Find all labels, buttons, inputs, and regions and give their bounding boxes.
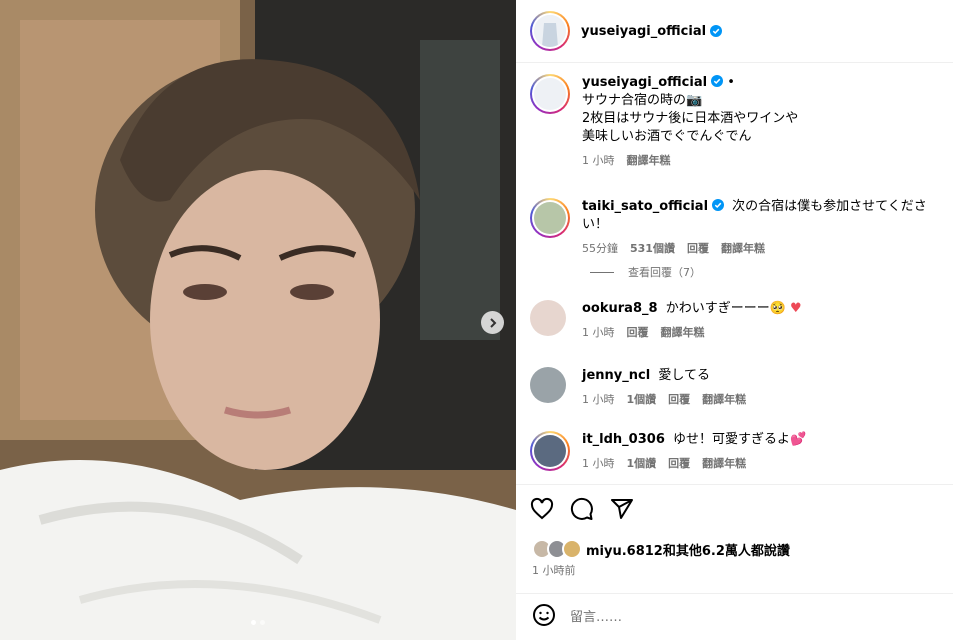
avatar-image bbox=[534, 15, 566, 47]
view-replies-label: 查看回覆（7） bbox=[628, 266, 701, 279]
see-translation-link[interactable]: 翻譯年糕 bbox=[661, 324, 705, 342]
view-replies-button[interactable]: 查看回覆（7） bbox=[590, 264, 701, 280]
comment-likes[interactable]: 1個讚 bbox=[627, 455, 657, 473]
comment-username[interactable]: taiki_sato_official bbox=[582, 199, 708, 214]
heart-icon[interactable] bbox=[530, 497, 556, 523]
comment-avatar-ring[interactable] bbox=[530, 431, 570, 471]
verified-badge-icon bbox=[711, 75, 724, 87]
author-avatar-ring[interactable] bbox=[530, 11, 570, 51]
comment-time: 1 小時 bbox=[582, 326, 615, 339]
comment-avatar bbox=[534, 435, 566, 467]
comment-time: 1 小時 bbox=[582, 457, 615, 470]
post-header: yuseiyagi_official bbox=[516, 0, 953, 63]
comment-item: taiki_sato_official 次の合宿は僕も参加させてください！ 55… bbox=[530, 198, 942, 258]
comment-time: 1 小時 bbox=[582, 393, 615, 406]
carousel-dot-active bbox=[251, 620, 256, 625]
see-translation-link[interactable]: 翻譯年糕 bbox=[721, 240, 765, 258]
likes-text: miyu.6812和其他6.2萬人都說讚 bbox=[586, 543, 790, 559]
add-comment-bar bbox=[516, 593, 953, 640]
reply-button[interactable]: 回覆 bbox=[668, 391, 690, 409]
selfie-image bbox=[0, 0, 516, 640]
heart-emoji: ♥ bbox=[790, 301, 802, 316]
next-photo-button[interactable] bbox=[481, 311, 504, 334]
comment-text: 愛してる bbox=[658, 368, 710, 383]
dot-separator: • bbox=[727, 75, 735, 90]
comment-input[interactable] bbox=[570, 609, 870, 625]
author-avatar bbox=[534, 15, 566, 47]
comment-avatar-ring[interactable] bbox=[530, 198, 570, 238]
divider-line bbox=[590, 271, 614, 273]
liker-avatar bbox=[562, 539, 582, 559]
caption-item: yuseiyagi_official • サウナ合宿の時の📷 2枚目はサウナ後に… bbox=[530, 74, 798, 170]
instagram-post-view: yuseiyagi_official yuseiyagi_official • … bbox=[0, 0, 953, 640]
author-username[interactable]: yuseiyagi_official bbox=[581, 24, 706, 39]
share-icon[interactable] bbox=[610, 497, 636, 523]
post-time: 1 小時前 bbox=[532, 564, 576, 577]
post-photo[interactable] bbox=[0, 0, 516, 640]
comment-username[interactable]: jenny_ncl bbox=[582, 368, 650, 383]
comment-likes[interactable]: 1個讚 bbox=[627, 391, 657, 409]
post-actions: miyu.6812和其他6.2萬人都說讚 1 小時前 bbox=[516, 484, 953, 593]
comment-avatar bbox=[534, 202, 566, 234]
carousel-dot bbox=[260, 620, 265, 625]
comment-item: it_ldh_0306 ゆせ！可愛すぎるよ💕 1 小時 1個讚 回覆 翻譯年糕 bbox=[530, 431, 806, 473]
caption-avatar-ring[interactable] bbox=[530, 74, 570, 114]
comment-icon[interactable] bbox=[570, 497, 596, 523]
comment-username[interactable]: ookura8_8 bbox=[582, 301, 658, 316]
reply-button[interactable]: 回覆 bbox=[627, 324, 649, 342]
verified-badge-icon bbox=[710, 25, 723, 37]
comment-item: jenny_ncl 愛してる 1 小時 1個讚 回覆 翻譯年糕 bbox=[530, 367, 746, 409]
caption-avatar bbox=[534, 78, 566, 110]
see-translation-link[interactable]: 翻譯年糕 bbox=[702, 391, 746, 409]
comment-username[interactable]: it_ldh_0306 bbox=[582, 432, 665, 447]
see-translation-link[interactable]: 翻譯年糕 bbox=[702, 455, 746, 473]
comment-text: ゆせ！可愛すぎるよ💕 bbox=[673, 432, 807, 447]
emoji-icon[interactable] bbox=[532, 603, 556, 631]
caption-username[interactable]: yuseiyagi_official bbox=[582, 75, 707, 90]
comment-text: かわいすぎーーー🥺 bbox=[665, 301, 786, 316]
comment-item: ookura8_8 かわいすぎーーー🥺 ♥ 1 小時 回覆 翻譯年糕 bbox=[530, 300, 802, 342]
chevron-right-icon bbox=[489, 317, 496, 328]
see-translation-link[interactable]: 翻譯年糕 bbox=[627, 152, 671, 170]
comment-likes[interactable]: 531個讚 bbox=[630, 240, 675, 258]
verified-badge-icon bbox=[712, 199, 725, 211]
comment-avatar[interactable] bbox=[530, 367, 566, 403]
liker-avatars bbox=[532, 539, 584, 559]
comment-avatar[interactable] bbox=[530, 300, 566, 336]
caption-time: 1 小時 bbox=[582, 154, 615, 167]
reply-button[interactable]: 回覆 bbox=[668, 455, 690, 473]
comments-list: yuseiyagi_official • サウナ合宿の時の📷 2枚目はサウナ後に… bbox=[516, 64, 953, 484]
carousel-dots bbox=[251, 620, 265, 625]
likes-summary[interactable]: miyu.6812和其他6.2萬人都說讚 bbox=[532, 539, 790, 559]
comment-time: 55分鐘 bbox=[582, 242, 618, 255]
reply-button[interactable]: 回覆 bbox=[687, 240, 709, 258]
post-side-panel: yuseiyagi_official yuseiyagi_official • … bbox=[516, 0, 953, 640]
caption-text: サウナ合宿の時の📷 2枚目はサウナ後に日本酒やワインや 美味しいお酒でぐでんぐで… bbox=[582, 93, 799, 144]
